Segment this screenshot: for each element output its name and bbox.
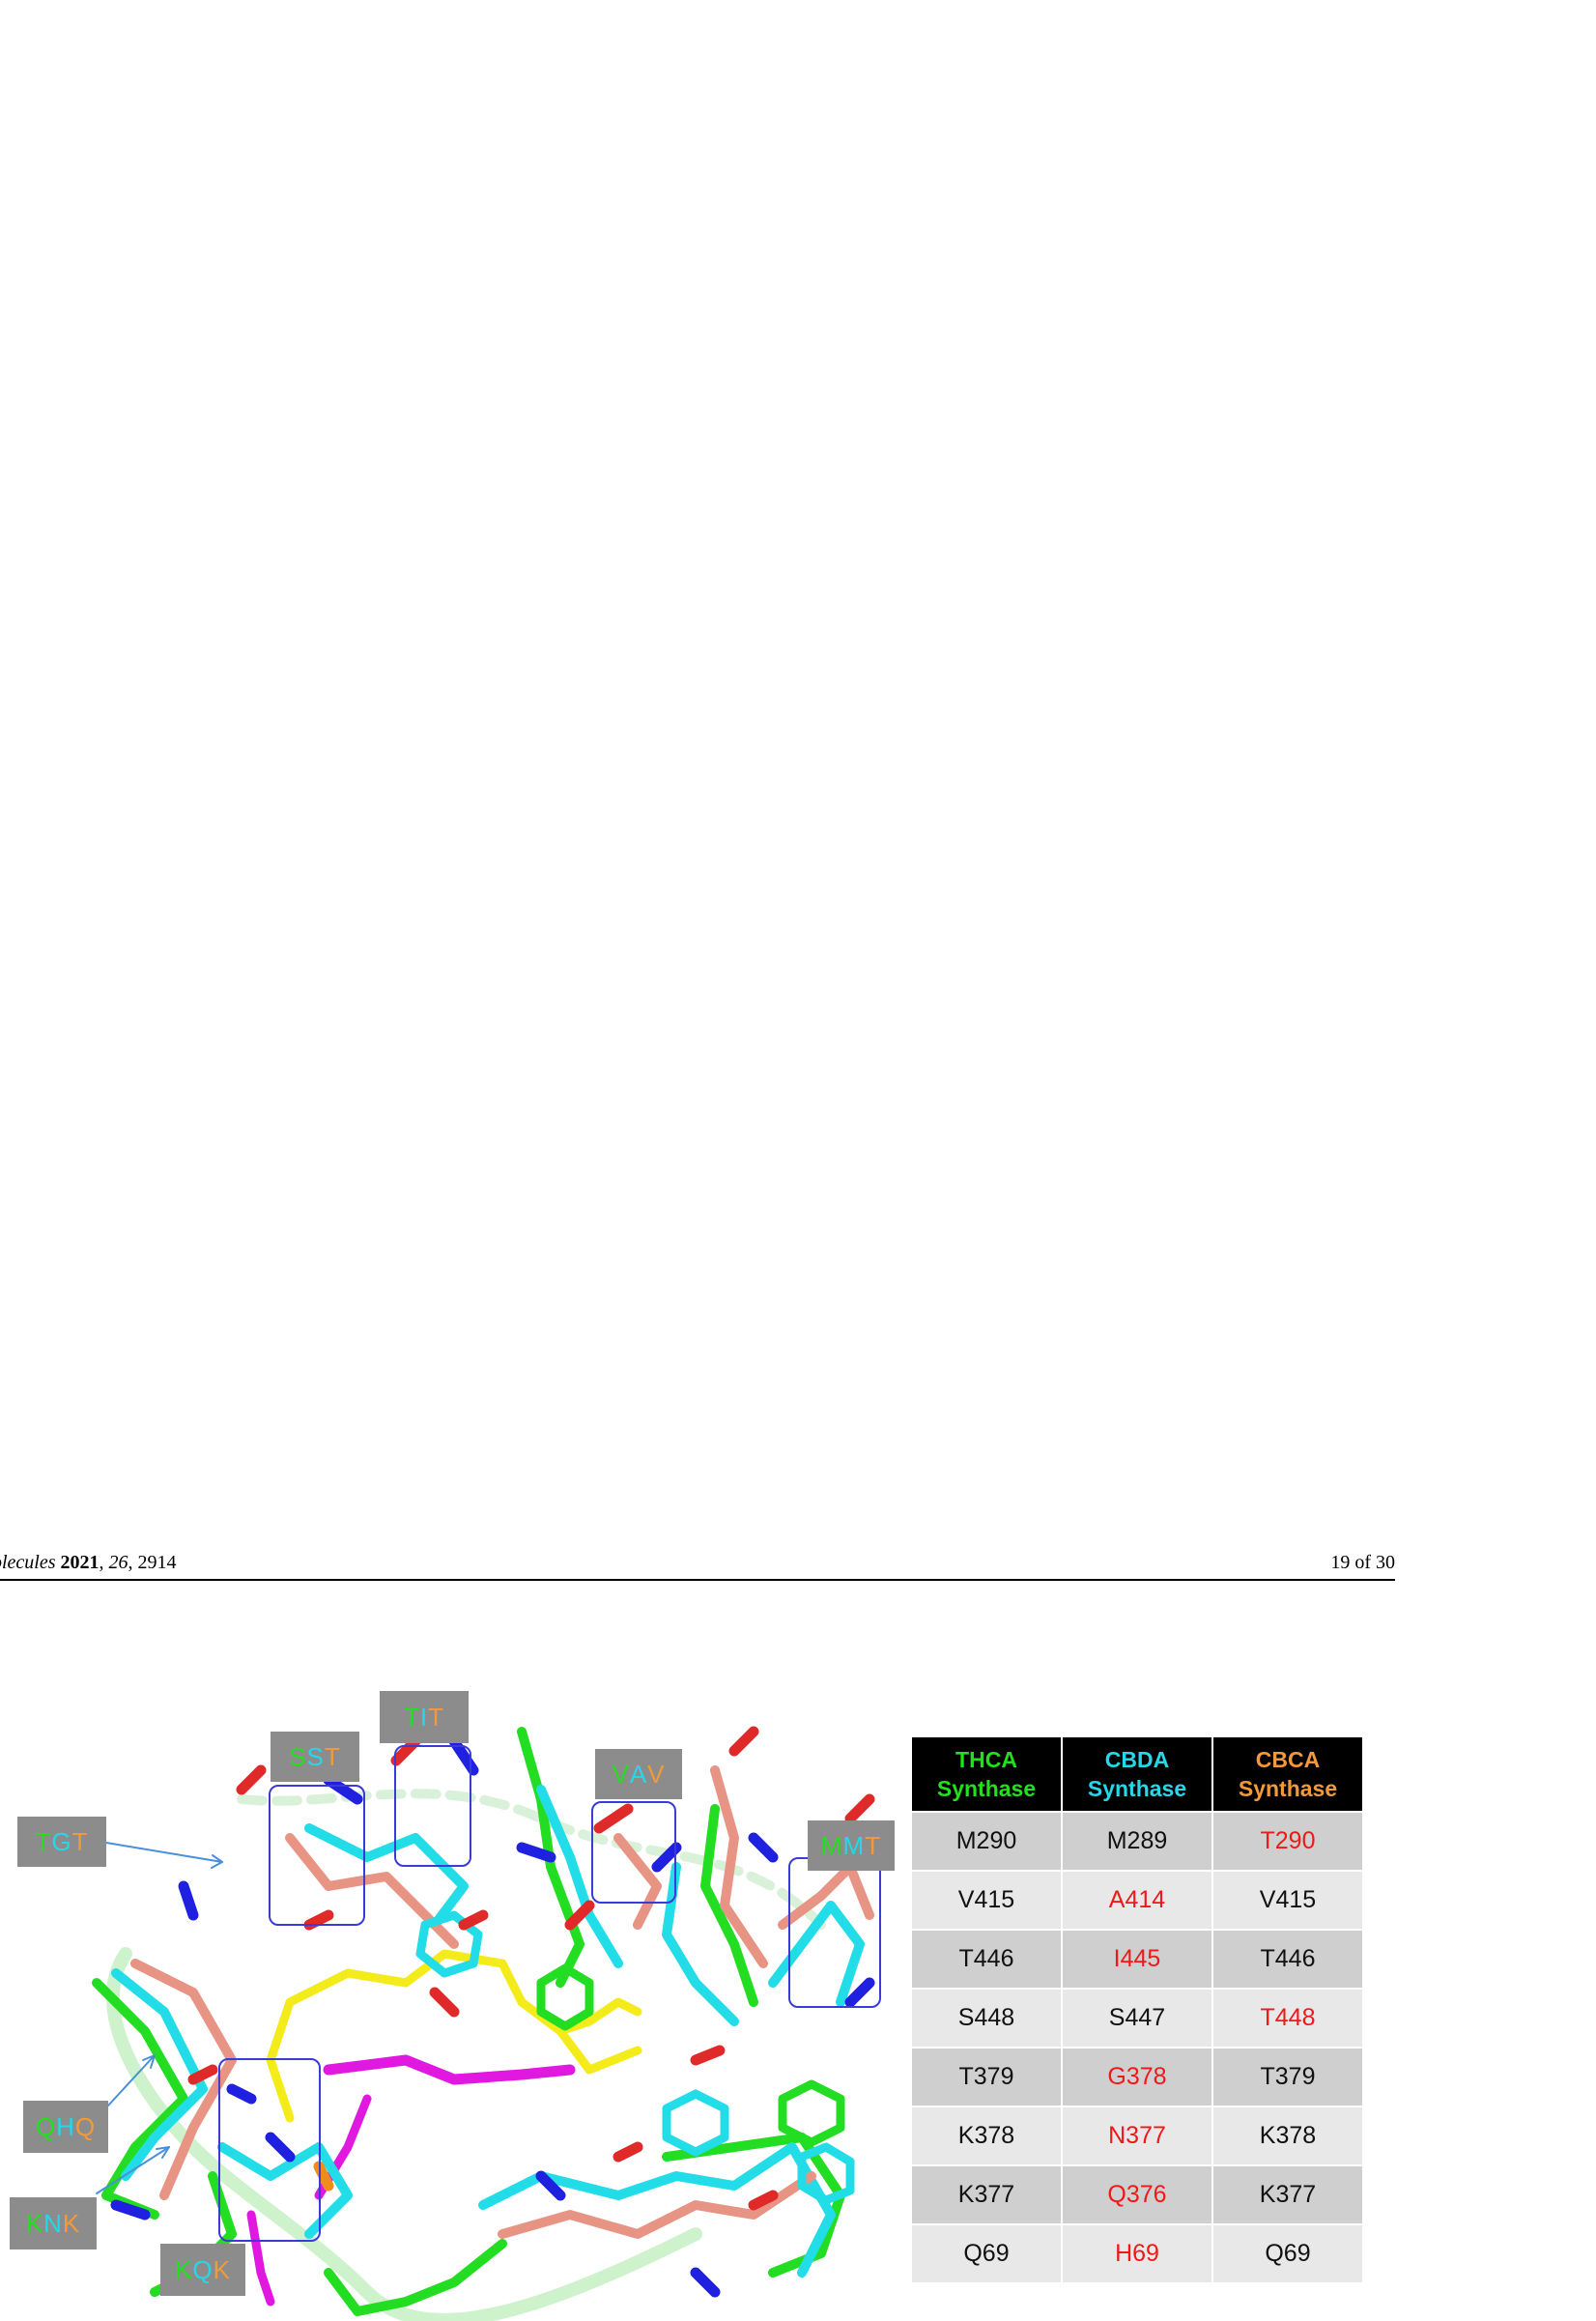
table-header-row: THCA Synthase CBDA Synthase CBCA Synthase <box>912 1737 1362 1811</box>
table-cell: M289 <box>1063 1813 1211 1870</box>
label-letter-cbda: Q <box>192 2254 214 2284</box>
residue-label-vav: VAV <box>595 1749 682 1799</box>
citation: olecules 2021, 26, 2914 <box>0 1552 177 1574</box>
table-cell: Q69 <box>1213 2225 1362 2282</box>
label-letter-cbda: I <box>419 1702 429 1732</box>
residue-label-qhq: QHQ <box>23 2101 108 2153</box>
residue-label-mmt: MMT <box>808 1820 895 1871</box>
label-letter-thca: K <box>175 2254 193 2284</box>
selection-box-tit <box>394 1745 471 1867</box>
header-line2: Synthase <box>1087 1776 1187 1801</box>
table-cell: H69 <box>1063 2225 1211 2282</box>
table-cell: G378 <box>1063 2049 1211 2106</box>
table-cell: T379 <box>912 2049 1061 2106</box>
table-row: K377 Q376 K377 <box>912 2166 1362 2223</box>
selection-box-vav <box>591 1801 676 1904</box>
header-line1: CBCA <box>1255 1747 1321 1772</box>
label-letter-cbda: H <box>56 2111 75 2141</box>
header-cbda-synthase: CBDA Synthase <box>1063 1737 1211 1811</box>
residue-label-sst: SST <box>271 1732 359 1782</box>
selection-box-sst <box>269 1785 365 1926</box>
header-line2: Synthase <box>936 1776 1037 1801</box>
table-cell: M290 <box>912 1813 1061 1870</box>
header-rule <box>0 1579 1395 1581</box>
residue-label-tgt: TGT <box>17 1817 106 1867</box>
label-letter-thca: V <box>612 1759 630 1789</box>
table-cell: K378 <box>1213 2107 1362 2164</box>
table-cell: I445 <box>1063 1931 1211 1988</box>
year: 2021 <box>60 1552 100 1573</box>
label-letter-cbca: K <box>213 2254 231 2284</box>
label-letter-cbca: T <box>71 1826 89 1856</box>
label-letter-cbda: A <box>629 1759 648 1789</box>
label-letter-cbda: N <box>43 2208 63 2238</box>
table-row: V415 A414 V415 <box>912 1872 1362 1929</box>
table-row: Q69 H69 Q69 <box>912 2225 1362 2282</box>
table-cell: K378 <box>912 2107 1061 2164</box>
table-row: S448 S447 T448 <box>912 1990 1362 2047</box>
page-number: 19 of 30 <box>1330 1552 1395 1573</box>
table-cell: Q376 <box>1063 2166 1211 2223</box>
table-cell: N377 <box>1063 2107 1211 2164</box>
table-cell: T446 <box>1213 1931 1362 1988</box>
volume: 26 <box>108 1552 128 1573</box>
label-letter-thca: Q <box>35 2111 57 2141</box>
label-letter-cbda: M <box>842 1830 866 1860</box>
label-letter-cbda: G <box>51 1826 72 1856</box>
residue-comparison-table: THCA Synthase CBDA Synthase CBCA Synthase M… <box>910 1735 1364 2284</box>
residue-label-kqk: KQK <box>160 2244 245 2296</box>
article-number: 2914 <box>137 1552 177 1573</box>
header-line2: Synthase <box>1238 1776 1338 1801</box>
label-letter-thca: M <box>820 1830 843 1860</box>
table-cell: T448 <box>1213 1990 1362 2047</box>
table-cell: K377 <box>1213 2166 1362 2223</box>
table-row: M290 M289 T290 <box>912 1813 1362 1870</box>
table-cell: T290 <box>1213 1813 1362 1870</box>
header-line1: CBDA <box>1104 1747 1170 1772</box>
table-cell: K377 <box>912 2166 1061 2223</box>
table-cell: T446 <box>912 1931 1061 1988</box>
header-thca-synthase: THCA Synthase <box>912 1737 1061 1811</box>
residue-label-tit: TIT <box>380 1691 469 1743</box>
table-row: T446 I445 T446 <box>912 1931 1362 1988</box>
label-letter-cbca: T <box>324 1741 341 1771</box>
table-cell: S447 <box>1063 1990 1211 2047</box>
label-letter-cbca: T <box>865 1830 882 1860</box>
label-letter-cbda: S <box>306 1741 325 1771</box>
header-line1: THCA <box>955 1747 1017 1772</box>
label-letter-cbca: T <box>428 1702 444 1732</box>
residue-label-knk: KNK <box>10 2197 97 2249</box>
table-cell: Q69 <box>912 2225 1061 2282</box>
label-letter-cbca: V <box>647 1759 666 1789</box>
label-letter-thca: T <box>35 1826 52 1856</box>
label-letter-cbca: Q <box>74 2111 97 2141</box>
table-row: K378 N377 K378 <box>912 2107 1362 2164</box>
table-cell: S448 <box>912 1990 1061 2047</box>
header-cbca-synthase: CBCA Synthase <box>1213 1737 1362 1811</box>
table-cell: V415 <box>1213 1872 1362 1929</box>
journal-name: olecules <box>0 1552 56 1573</box>
table-cell: V415 <box>912 1872 1061 1929</box>
label-letter-thca: S <box>289 1741 307 1771</box>
label-letter-thca: T <box>403 1702 420 1732</box>
label-letter-thca: K <box>25 2208 44 2238</box>
table-cell: A414 <box>1063 1872 1211 1929</box>
table-cell: T379 <box>1213 2049 1362 2106</box>
table-row: T379 G378 T379 <box>912 2049 1362 2106</box>
label-letter-cbca: K <box>62 2208 81 2238</box>
selection-box-mmt <box>788 1857 881 2008</box>
selection-box-kqk <box>218 2058 321 2242</box>
